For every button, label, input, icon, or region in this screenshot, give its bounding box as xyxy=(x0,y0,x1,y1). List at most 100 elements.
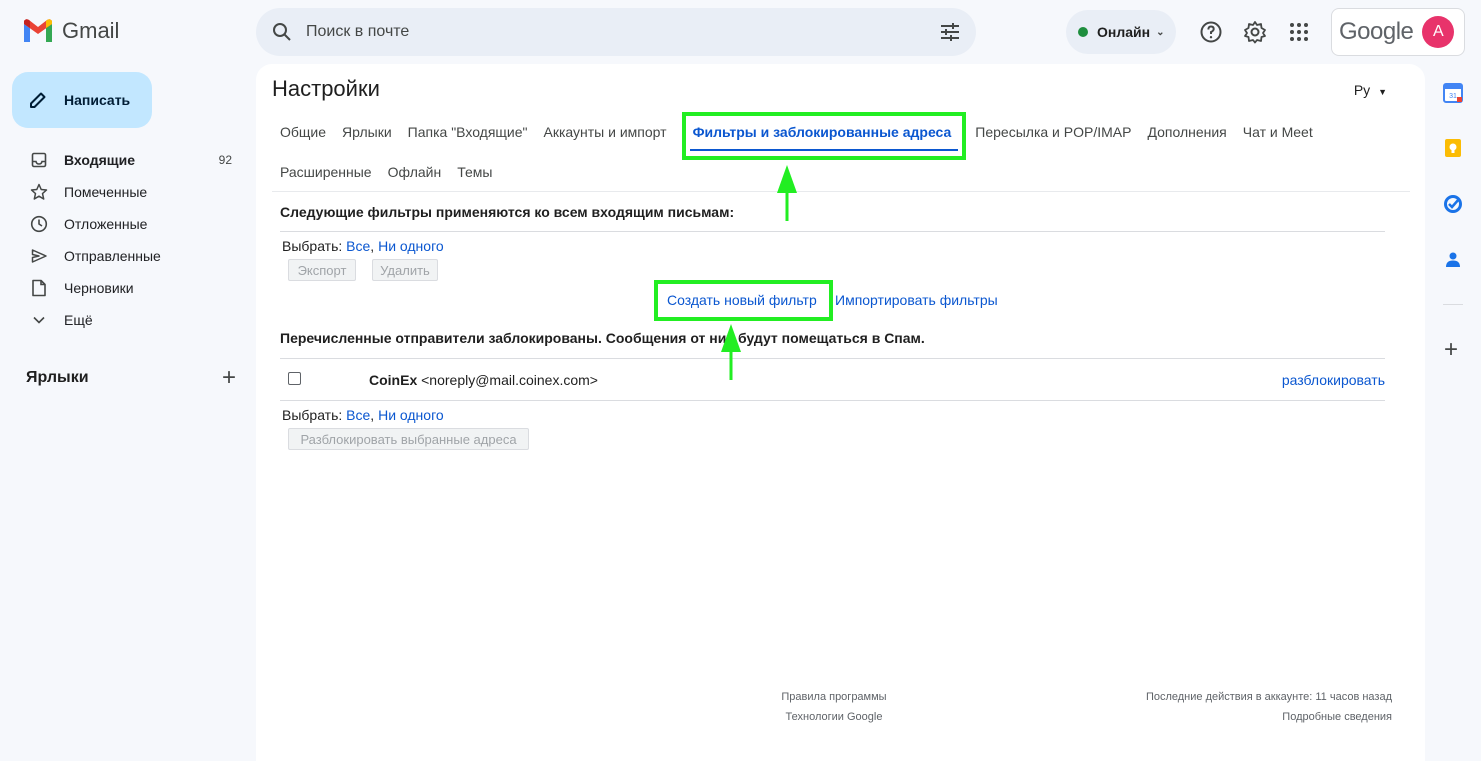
tab-offline[interactable]: Офлайн xyxy=(380,162,450,182)
filters-select-line: Выбрать: Все, Ни одного xyxy=(282,238,444,254)
sidebar-item-snoozed[interactable]: Отложенные xyxy=(0,208,250,240)
last-activity-text: Последние действия в аккаунте: 11 часов … xyxy=(1145,691,1392,703)
settings-gear-icon[interactable] xyxy=(1243,20,1267,44)
rail-divider xyxy=(1443,304,1463,305)
sidebar-item-label: Отправленные xyxy=(64,248,161,264)
divider xyxy=(280,400,1385,401)
star-icon xyxy=(30,183,48,201)
app-name: Gmail xyxy=(62,18,120,43)
labels-section-header: Ярлыки + xyxy=(26,364,236,392)
blocked-heading: Перечисленные отправители заблокированы.… xyxy=(280,330,925,346)
tab-chat-meet[interactable]: Чат и Meet xyxy=(1235,122,1321,142)
account-switcher[interactable]: Google A xyxy=(1331,8,1465,56)
settings-tabs-row-2: Расширенные Офлайн Темы xyxy=(272,162,500,182)
add-addon-icon[interactable]: + xyxy=(1444,336,1458,364)
select-all-link[interactable]: Все xyxy=(346,238,370,254)
sidebar-item-label: Входящие xyxy=(64,152,135,168)
blocked-sender: CoinEx <noreply@mail.coinex.com> xyxy=(369,372,598,388)
footer-activity: Последние действия в аккаунте: 11 часов … xyxy=(1146,687,1392,727)
status-selector[interactable]: Онлайн ⌄ xyxy=(1066,10,1176,54)
sidebar-item-label: Помеченные xyxy=(64,184,148,200)
tabs-divider xyxy=(272,191,1410,192)
arrow-up-icon xyxy=(777,165,797,221)
labels-title: Ярлыки xyxy=(26,369,89,386)
tab-general[interactable]: Общие xyxy=(272,122,334,142)
add-label-icon[interactable]: + xyxy=(222,364,236,392)
send-icon xyxy=(30,247,48,265)
sender-email: <noreply@mail.coinex.com> xyxy=(421,372,598,388)
sidebar-item-label: Черновики xyxy=(64,280,134,296)
highlight-filters-tab xyxy=(682,112,966,160)
gmail-m-icon xyxy=(24,19,52,42)
sidebar-item-drafts[interactable]: Черновики xyxy=(0,272,250,304)
sidebar-nav: Входящие 92 Помеченные Отложенные Отправ… xyxy=(0,144,250,336)
sender-name: CoinEx xyxy=(369,372,418,388)
tab-labels[interactable]: Ярлыки xyxy=(334,122,400,142)
footer-policies: Правила программы Технологии Google xyxy=(774,687,894,727)
select-label: Выбрать: xyxy=(282,407,343,423)
online-dot-icon xyxy=(1078,27,1088,37)
details-link[interactable]: Подробные сведения xyxy=(1146,707,1392,727)
sidebar-item-starred[interactable]: Помеченные xyxy=(0,176,250,208)
sidebar-item-more[interactable]: Ещё xyxy=(0,304,250,336)
search-input[interactable] xyxy=(306,23,938,41)
search-bar[interactable] xyxy=(256,8,976,56)
apps-grid-icon[interactable] xyxy=(1287,20,1311,44)
chevron-down-icon xyxy=(30,311,48,329)
tasks-icon[interactable] xyxy=(1443,194,1463,214)
select-label: Выбрать: xyxy=(282,238,343,254)
search-options-icon[interactable] xyxy=(938,20,962,44)
google-wordmark: Google xyxy=(1339,18,1414,45)
unblock-link[interactable]: разблокировать xyxy=(1282,372,1385,388)
unblock-selected-button[interactable]: Разблокировать выбранные адреса xyxy=(288,428,529,450)
divider xyxy=(280,231,1385,232)
inbox-icon xyxy=(30,151,48,169)
delete-button[interactable]: Удалить xyxy=(372,259,438,281)
contacts-icon[interactable] xyxy=(1443,249,1463,269)
gmail-logo[interactable]: Gmail xyxy=(22,18,119,44)
language-selector[interactable]: Ру ▼ xyxy=(1354,82,1387,98)
google-tech-link[interactable]: Технологии Google xyxy=(774,707,894,727)
calendar-icon[interactable]: 31 xyxy=(1443,83,1463,103)
language-label: Ру xyxy=(1353,82,1371,98)
page-title: Настройки xyxy=(272,76,380,101)
sidebar-item-label: Ещё xyxy=(64,312,93,328)
tab-themes[interactable]: Темы xyxy=(449,162,500,182)
tab-inbox[interactable]: Папка "Входящие" xyxy=(400,122,536,142)
filters-heading: Следующие фильтры применяются ко всем вх… xyxy=(280,204,735,220)
chevron-down-icon: ⌄ xyxy=(1156,26,1165,38)
unread-count: 92 xyxy=(218,153,232,167)
sidebar-item-label: Отложенные xyxy=(64,216,148,232)
select-none-link[interactable]: Ни одного xyxy=(378,407,444,423)
tab-forwarding[interactable]: Пересылка и POP/IMAP xyxy=(959,122,1139,142)
clock-icon xyxy=(30,215,48,233)
select-none-link[interactable]: Ни одного xyxy=(378,238,444,254)
help-icon[interactable] xyxy=(1199,20,1223,44)
divider xyxy=(280,358,1385,359)
compose-label: Написать xyxy=(64,92,131,108)
sidebar-item-inbox[interactable]: Входящие 92 xyxy=(0,144,250,176)
program-policies-link[interactable]: Правила программы xyxy=(774,687,894,707)
svg-text:31: 31 xyxy=(1449,93,1457,100)
draft-icon xyxy=(30,279,48,297)
pencil-icon xyxy=(30,92,46,108)
blocked-select-line: Выбрать: Все, Ни одного xyxy=(282,407,444,423)
export-button[interactable]: Экспорт xyxy=(288,259,356,281)
avatar[interactable]: A xyxy=(1422,16,1455,48)
import-filters-link[interactable]: Импортировать фильтры xyxy=(835,292,998,308)
sidebar-item-sent[interactable]: Отправленные xyxy=(0,240,250,272)
search-icon[interactable] xyxy=(270,20,294,44)
settings-panel: Настройки Ру ▼ Общие Ярлыки Папка "Входя… xyxy=(256,64,1425,761)
select-all-link[interactable]: Все xyxy=(346,407,370,423)
keep-icon[interactable] xyxy=(1443,138,1463,158)
import-filters-label: Импортировать фильтры xyxy=(835,292,998,308)
arrow-up-icon xyxy=(721,324,741,380)
tab-accounts[interactable]: Аккаунты и импорт xyxy=(536,122,675,142)
blocked-row-checkbox[interactable] xyxy=(288,372,301,385)
tab-advanced[interactable]: Расширенные xyxy=(272,162,380,182)
status-label: Онлайн xyxy=(1097,24,1151,40)
highlight-create-filter xyxy=(654,280,833,321)
compose-button[interactable]: Написать xyxy=(12,72,152,128)
tab-addons[interactable]: Дополнения xyxy=(1139,122,1234,142)
caret-down-icon: ▼ xyxy=(1378,87,1387,97)
